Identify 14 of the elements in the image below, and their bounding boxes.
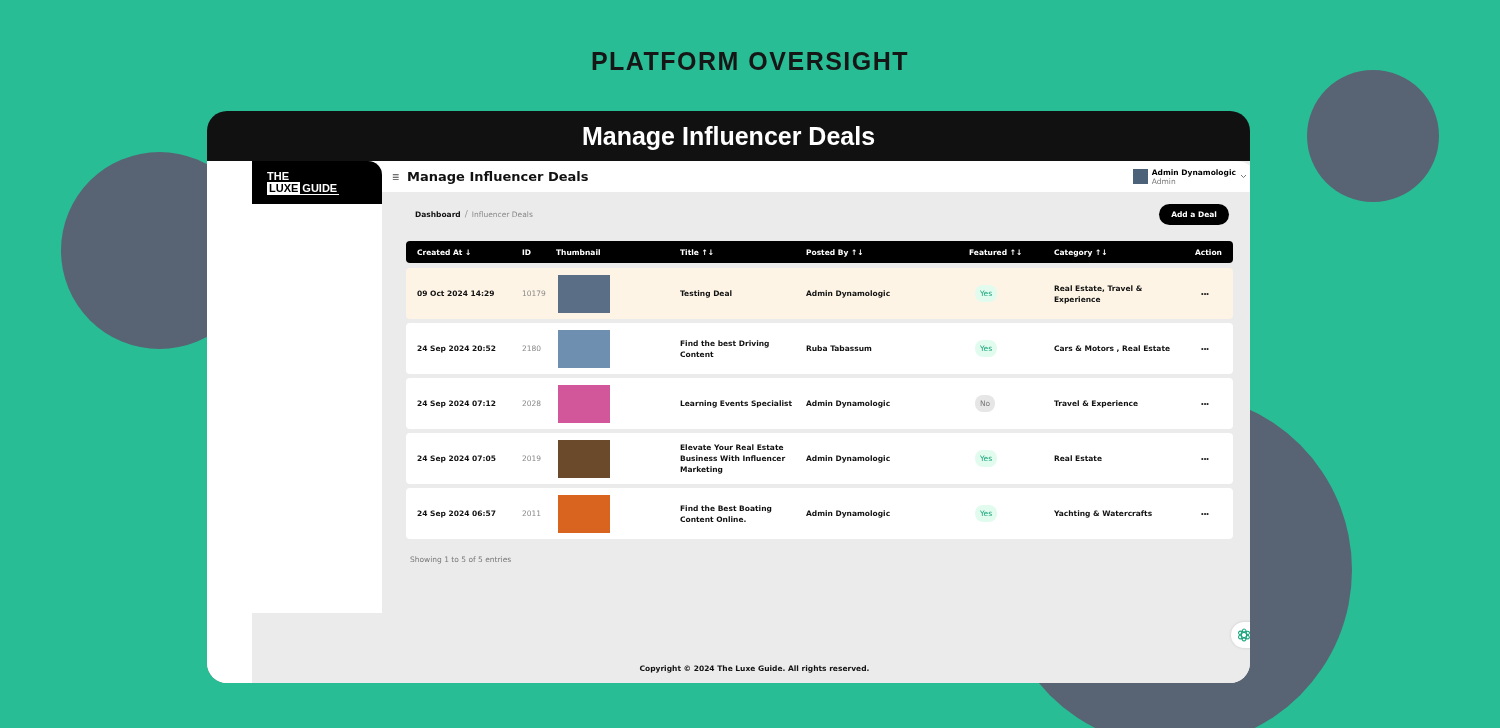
breadcrumb-separator: / <box>464 209 468 219</box>
page-heading: PLATFORM OVERSIGHT <box>589 46 911 77</box>
chevron-icon <box>1239 174 1247 179</box>
photo-placeholder <box>558 439 610 478</box>
photo-placeholder <box>558 384 610 423</box>
frame-title: Manage Influencer Deals <box>581 121 876 151</box>
photo-placeholder <box>558 274 610 313</box>
avatar-photo-placeholder <box>1132 169 1148 184</box>
photo-placeholder <box>558 329 610 368</box>
photo-placeholder <box>558 494 610 533</box>
assistant-button[interactable] <box>1230 622 1250 648</box>
flower-icon <box>1236 628 1250 642</box>
logo: THE LUXE GUIDE <box>252 161 382 204</box>
page-title: Manage Influencer Deals <box>407 169 589 184</box>
